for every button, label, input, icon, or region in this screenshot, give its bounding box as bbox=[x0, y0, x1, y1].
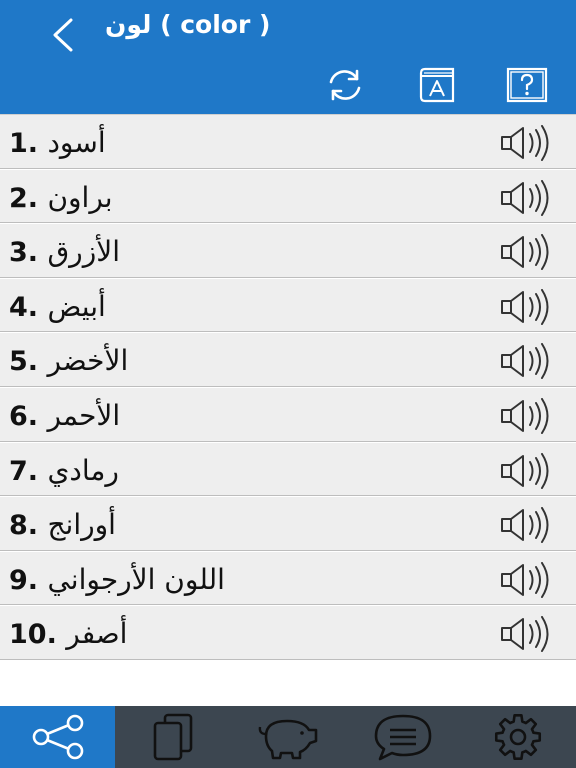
play-audio-button[interactable] bbox=[497, 561, 567, 598]
piggy-bank-icon bbox=[258, 719, 317, 760]
speaker-icon bbox=[501, 616, 549, 653]
copy-icon bbox=[153, 713, 192, 761]
tab-share[interactable] bbox=[0, 706, 115, 768]
list-item[interactable]: 10. أصفر bbox=[0, 605, 576, 660]
play-audio-button[interactable] bbox=[497, 397, 567, 434]
item-number: 1. bbox=[9, 128, 39, 159]
chat-icon bbox=[374, 714, 431, 761]
item-number: 8. bbox=[9, 510, 39, 542]
item-word: الأخضر bbox=[47, 344, 129, 378]
item-number: 5. bbox=[9, 346, 39, 378]
list-item[interactable]: 4. أبيض bbox=[0, 277, 576, 333]
speaker-icon bbox=[501, 507, 549, 544]
list-item[interactable]: 7. رمادي bbox=[0, 441, 576, 497]
list-item[interactable]: 1. أسود bbox=[0, 114, 576, 169]
list-item-label: 5. الأخضر bbox=[9, 333, 128, 387]
speaker-icon bbox=[501, 397, 549, 434]
item-word: الأحمر bbox=[47, 398, 121, 432]
chevron-left-icon bbox=[53, 18, 73, 52]
item-number: 6. bbox=[9, 400, 39, 432]
item-word: أسود bbox=[47, 126, 106, 159]
app-header: لون ( color ) bbox=[0, 0, 576, 114]
refresh-button[interactable] bbox=[322, 64, 368, 106]
item-number: 3. bbox=[9, 237, 39, 269]
help-button[interactable] bbox=[504, 64, 550, 106]
speaker-icon bbox=[501, 288, 549, 325]
play-audio-button[interactable] bbox=[497, 234, 567, 271]
speaker-icon bbox=[501, 452, 549, 489]
play-audio-button[interactable] bbox=[497, 288, 567, 325]
play-audio-button[interactable] bbox=[497, 179, 567, 216]
list-item[interactable]: 9. اللون الأرجواني bbox=[0, 550, 576, 606]
word-list: 1. أسود 2. براون 3. الأزرق 4. أبيض 5. الأخضر… bbox=[0, 114, 576, 660]
item-word: اللون الأرجواني bbox=[47, 562, 225, 596]
list-item-label: 1. أسود bbox=[9, 115, 106, 169]
play-audio-button[interactable] bbox=[497, 452, 567, 489]
book-a-icon bbox=[419, 67, 455, 103]
tab-chat[interactable] bbox=[345, 706, 460, 768]
item-word: رمادي bbox=[47, 453, 119, 487]
list-item[interactable]: 3. الأزرق bbox=[0, 223, 576, 278]
speaker-icon bbox=[501, 343, 549, 380]
play-audio-button[interactable] bbox=[497, 343, 567, 380]
item-number: 7. bbox=[9, 455, 39, 487]
item-number: 10. bbox=[9, 619, 57, 651]
item-word: أورانج bbox=[47, 508, 116, 542]
bottom-tab-bar bbox=[0, 706, 576, 768]
item-number: 2. bbox=[9, 182, 39, 214]
item-number: 9. bbox=[9, 564, 39, 596]
question-icon bbox=[506, 67, 548, 103]
tab-settings[interactable] bbox=[460, 706, 575, 768]
list-item[interactable]: 2. براون bbox=[0, 168, 576, 224]
dictionary-button[interactable] bbox=[414, 64, 460, 106]
list-item[interactable]: 8. أورانج bbox=[0, 496, 576, 551]
page-title: لون ( color ) bbox=[105, 10, 271, 39]
item-word: براون bbox=[47, 180, 113, 214]
list-item-label: 4. أبيض bbox=[9, 279, 106, 333]
list-item[interactable]: 5. الأخضر bbox=[0, 332, 576, 387]
play-audio-button[interactable] bbox=[497, 616, 567, 653]
refresh-icon bbox=[329, 69, 361, 101]
item-word: أبيض bbox=[47, 289, 106, 323]
list-item-label: 2. براون bbox=[9, 170, 113, 224]
list-item[interactable]: 6. الأحمر bbox=[0, 386, 576, 442]
list-item-label: 10. أصفر bbox=[9, 606, 127, 660]
speaker-icon bbox=[501, 125, 549, 161]
item-word: الأزرق bbox=[47, 235, 120, 269]
item-number: 4. bbox=[9, 291, 39, 323]
speaker-icon bbox=[501, 561, 549, 598]
list-item-label: 6. الأحمر bbox=[9, 388, 120, 442]
list-item-label: 9. اللون الأرجواني bbox=[9, 552, 225, 606]
list-item-label: 7. رمادي bbox=[9, 443, 119, 497]
tab-piggy-bank[interactable] bbox=[230, 706, 345, 768]
speaker-icon bbox=[501, 234, 549, 271]
item-word: أصفر bbox=[66, 617, 128, 651]
tab-copy[interactable] bbox=[115, 706, 230, 768]
play-audio-button[interactable] bbox=[497, 507, 567, 544]
back-button[interactable] bbox=[44, 14, 84, 56]
gear-icon bbox=[494, 713, 541, 761]
share-icon bbox=[32, 714, 83, 760]
list-item-label: 8. أورانج bbox=[9, 497, 116, 551]
play-audio-button[interactable] bbox=[497, 125, 567, 161]
speaker-icon bbox=[501, 179, 549, 216]
list-item-label: 3. الأزرق bbox=[9, 224, 120, 278]
